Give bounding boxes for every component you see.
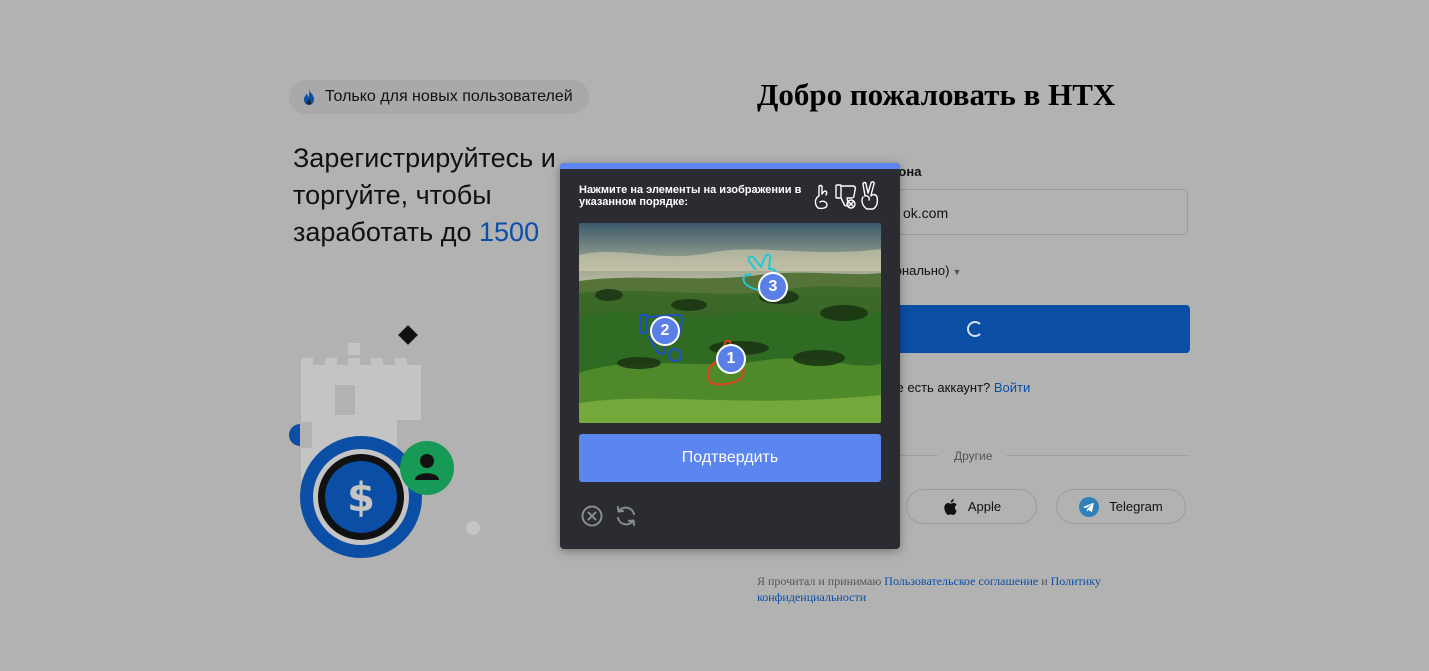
divider-right <box>1006 455 1190 456</box>
promo-illustration: $ <box>289 325 480 558</box>
terms-and: и <box>1038 574 1051 588</box>
captcha-marker-3[interactable]: 3 <box>758 272 788 302</box>
terms-text: Я прочитал и принимаю Пользовательское с… <box>757 573 1117 605</box>
new-users-badge-label: Только для новых пользователей <box>325 88 573 105</box>
close-circle-icon[interactable] <box>580 504 604 528</box>
user-agreement-link[interactable]: Пользовательское соглашение <box>884 574 1038 588</box>
hand-peace-icon <box>861 181 879 210</box>
chevron-down-icon: ▼ <box>952 266 962 277</box>
divider-left <box>900 455 938 456</box>
apple-login-label: Apple <box>967 499 1002 514</box>
apple-login-button[interactable]: Apple <box>906 489 1037 524</box>
captcha-confirm-button[interactable]: Подтвердить <box>579 434 881 482</box>
new-users-badge: Только для новых пользователей <box>289 80 589 114</box>
telegram-login-button[interactable]: Telegram <box>1056 489 1186 524</box>
captcha-top-bar <box>560 163 900 169</box>
svg-text:$: $ <box>347 475 375 521</box>
other-methods-label: Другие <box>954 449 993 463</box>
login-link[interactable]: Войти <box>994 380 1030 395</box>
captcha-marker-1[interactable]: 1 <box>716 344 746 374</box>
captcha-hint-icons <box>814 181 879 210</box>
loading-spinner-icon <box>967 321 983 337</box>
telegram-login-label: Telegram <box>1109 499 1163 514</box>
htx-flame-icon <box>304 89 314 105</box>
telegram-icon <box>1079 496 1100 517</box>
captcha-image[interactable]: 1 2 3 <box>579 223 881 423</box>
login-prompt: Уже есть аккаунт? Войти <box>880 380 1030 395</box>
welcome-title: Добро пожаловать в HTX <box>757 77 1116 112</box>
thumbs-down-icon <box>835 184 857 209</box>
refresh-icon[interactable] <box>614 504 638 528</box>
hand-crossed-fingers-icon <box>814 184 828 210</box>
terms-prefix: Я прочитал и принимаю <box>757 574 885 588</box>
captcha-prompt: Нажмите на элементы на изображении в ука… <box>579 184 802 208</box>
landscape-image <box>579 223 881 423</box>
promo-headline-amount: 1500 <box>479 217 540 247</box>
apple-icon <box>944 498 957 515</box>
promo-headline: Зарегистрируйтесь и торгуйте, чтобы зара… <box>293 140 593 251</box>
captcha-marker-2[interactable]: 2 <box>650 316 680 346</box>
captcha-dialog: Нажмите на элементы на изображении в ука… <box>560 163 900 549</box>
